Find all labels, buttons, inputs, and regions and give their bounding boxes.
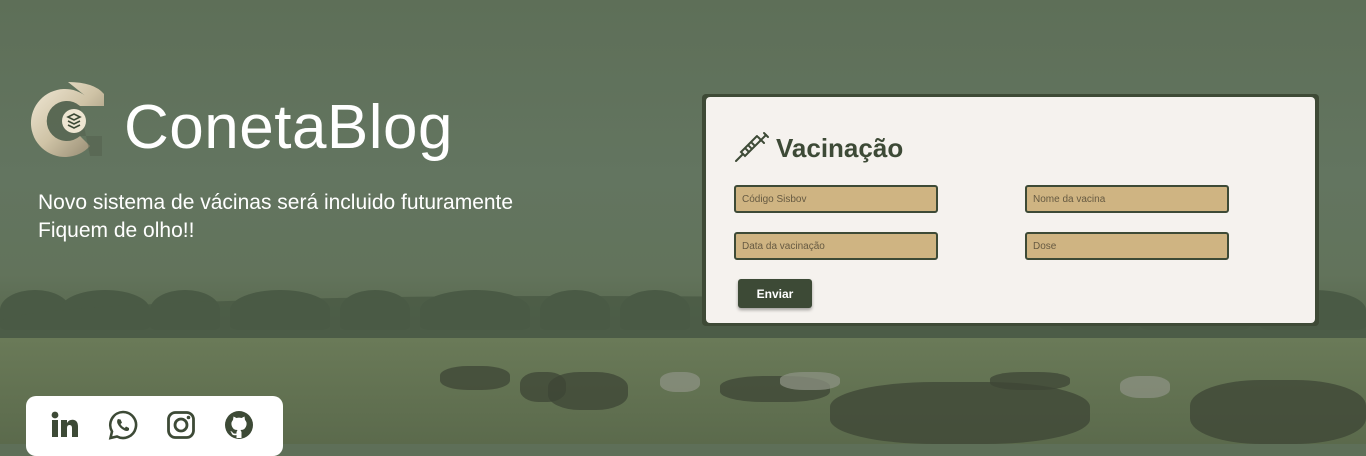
submit-button[interactable]: Enviar xyxy=(738,279,812,308)
form-title: Vacinação xyxy=(776,133,904,163)
dose-input[interactable] xyxy=(1025,232,1229,260)
social-links-bar xyxy=(26,396,283,456)
vaccine-name-input[interactable] xyxy=(1025,185,1229,213)
whatsapp-icon[interactable] xyxy=(106,408,140,442)
vaccination-form: Vacinação Enviar xyxy=(706,97,1315,323)
github-icon[interactable] xyxy=(222,408,256,442)
vaccination-date-input[interactable] xyxy=(734,232,938,260)
brand-name: ConetaBlog xyxy=(124,93,454,162)
tagline-line-1: Novo sistema de vácinas será incluido fu… xyxy=(38,191,514,214)
vaccination-card: Vacinação Enviar xyxy=(702,94,1319,326)
tagline: Novo sistema de vácinas será incluido fu… xyxy=(38,189,513,245)
tagline-line-2: Fiquem de olho!! xyxy=(38,219,195,242)
syringe-icon xyxy=(735,132,769,162)
linkedin-icon[interactable] xyxy=(48,408,82,442)
sisbov-code-input[interactable] xyxy=(734,185,938,213)
instagram-icon[interactable] xyxy=(164,408,198,442)
brand-logo xyxy=(28,80,106,162)
